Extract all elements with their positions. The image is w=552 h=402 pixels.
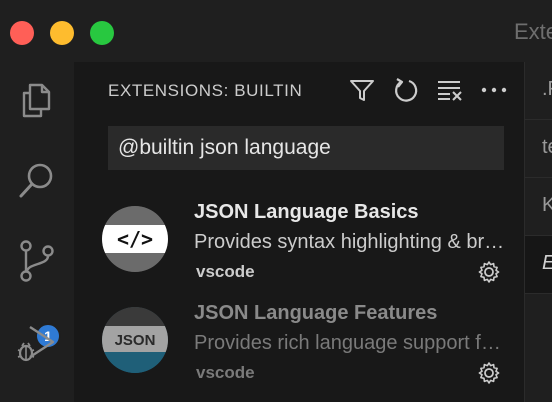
editor-row-text: K [542,194,552,216]
refresh-button[interactable] [384,76,428,104]
editor-area: .F te K E [524,62,552,402]
activity-explorer[interactable] [0,62,74,136]
extension-item-json-language-features[interactable]: JSON JSON Language Features Provides ric… [74,299,524,395]
editor-row-text: te [542,136,552,158]
extension-description: Provides syntax highlighting & bracket m… [194,231,506,253]
sidebar-title: EXTENSIONS: BUILTIN [108,81,303,100]
gear-icon [478,261,500,283]
svg-text:</>: </> [117,227,153,251]
editor-row[interactable]: te [525,120,552,178]
more-actions-icon [481,87,507,93]
activity-source-control[interactable] [0,224,74,298]
minimize-window-button[interactable] [50,21,74,45]
editor-row-text: E [542,252,552,275]
activity-run-debug[interactable] [0,306,74,380]
sidebar-actions [340,76,516,104]
explorer-icon [22,83,51,118]
extensions-sidebar: EXTENSIONS: BUILTIN @builtin json langua… [74,62,524,402]
filter-icon [350,80,374,101]
activity-bar: 1 [0,62,74,402]
extension-name: JSON Language Basics [194,201,419,223]
extensions-search-input[interactable] [108,126,504,170]
window-title: Exte [514,19,552,44]
run-debug-icon [17,325,55,362]
filter-button[interactable] [340,76,384,104]
title-bar: Exte [0,0,552,62]
extension-description: Provides rich language support for JSON … [194,332,506,354]
activity-search[interactable] [0,144,74,218]
editor-row[interactable]: E [525,236,552,294]
manage-extension-button[interactable] [476,259,502,285]
more-actions-button[interactable] [472,76,516,104]
extension-item-json-language-basics[interactable]: </> JSON Language Basics Provides syntax… [74,198,524,294]
maximize-window-button[interactable] [90,21,114,45]
extension-publisher: vscode [196,262,255,281]
json-features-logo: JSON [102,307,168,373]
manage-extension-button[interactable] [476,360,502,386]
refresh-icon [395,78,418,102]
clear-results-icon [438,81,462,101]
editor-row[interactable]: K [525,178,552,236]
gear-icon [478,362,500,384]
json-basics-logo: </> [102,206,168,272]
clear-results-button[interactable] [428,76,472,104]
source-control-icon [20,240,54,282]
editor-row[interactable]: .F [525,62,552,120]
extension-publisher: vscode [196,363,255,382]
extension-name: JSON Language Features [194,302,438,324]
search-icon [19,163,53,198]
svg-text:JSON: JSON [115,332,156,349]
close-window-button[interactable] [10,21,34,45]
editor-row-text: .F [542,78,552,100]
